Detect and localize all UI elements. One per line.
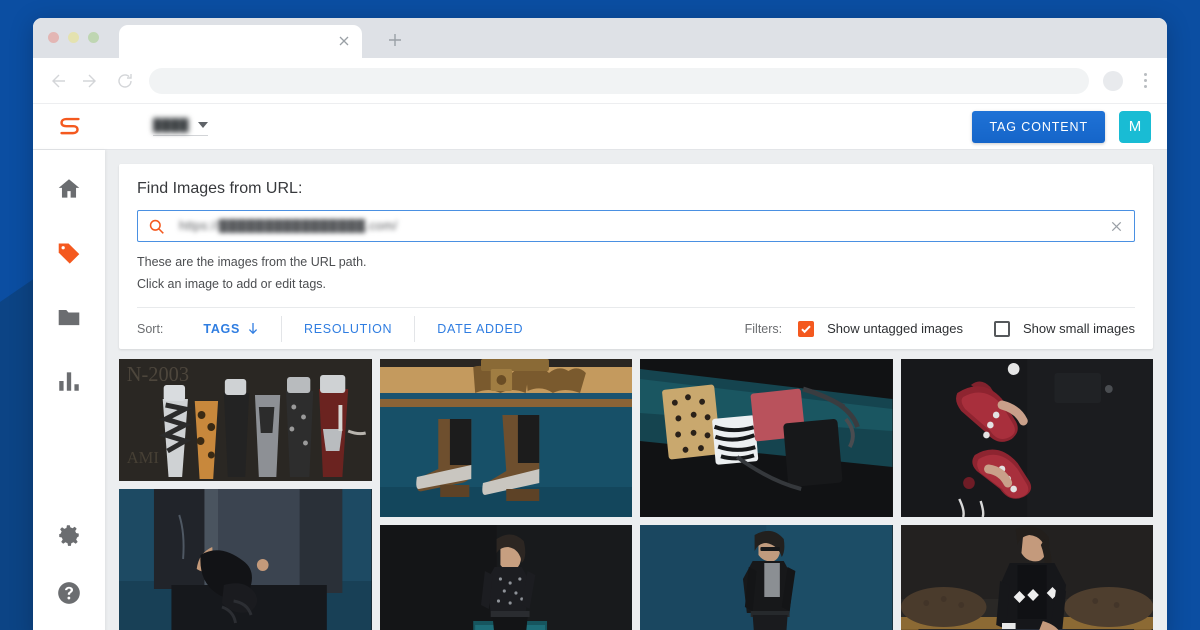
avatar[interactable] <box>1103 70 1123 91</box>
sort-by-resolution[interactable]: RESOLUTION <box>282 315 416 342</box>
browser-tab-bar <box>33 18 1167 58</box>
search-icon <box>148 218 165 235</box>
main-content: Find Images from URL: https://██████████… <box>105 150 1167 630</box>
tag-content-button[interactable]: TAG CONTENT <box>972 110 1105 143</box>
belt-buckles-on-dark-background[interactable]: N-2003 AMI <box>119 359 372 482</box>
browser-tab[interactable] <box>119 25 362 58</box>
sidebar-item-tags[interactable] <box>56 240 82 266</box>
red-leather-driving-gloves[interactable] <box>900 359 1153 518</box>
man-wearing-black-leather-gloves[interactable] <box>119 489 372 630</box>
header-actions: TAG CONTENT M <box>972 110 1151 143</box>
browser-window: ████ TAG CONTENT M Find Images from URL:… <box>33 18 1167 630</box>
help-circle-icon[interactable] <box>56 580 82 606</box>
gear-icon[interactable] <box>56 522 82 548</box>
find-images-panel: Find Images from URL: https://██████████… <box>119 164 1153 350</box>
browser-toolbar <box>33 58 1167 104</box>
show-small-images-label: Show small images <box>1023 321 1135 337</box>
svg-text:AMI: AMI <box>127 448 159 467</box>
organization-name: ████ <box>153 117 190 132</box>
show-untagged-images-checkbox[interactable] <box>798 320 815 337</box>
sidebar <box>33 150 105 630</box>
filters-group: Filters: Show untagged images Show small… <box>744 320 1135 337</box>
arrow-down-icon <box>247 322 259 335</box>
app-body: Find Images from URL: https://██████████… <box>33 150 1167 630</box>
hint-line-1: These are the images from the URL path. <box>137 255 367 269</box>
sort-by-date-added[interactable]: DATE ADDED <box>415 316 545 342</box>
image-grid-column <box>379 359 632 630</box>
app-header: ████ TAG CONTENT M <box>33 104 1167 150</box>
leather-wallets-and-clutch-bags[interactable] <box>640 359 893 518</box>
svg-text:N-2003: N-2003 <box>127 364 189 386</box>
address-bar[interactable] <box>149 67 1089 94</box>
image-grid-column <box>640 359 893 630</box>
brown-suede-chelsea-boots[interactable] <box>379 359 632 518</box>
image-grid-column: N-2003 AMI <box>119 359 372 630</box>
model-in-black-jacket[interactable] <box>640 525 893 630</box>
page-title: Find Images from URL: <box>137 180 303 197</box>
image-grid: N-2003 AMI <box>119 359 1153 630</box>
organization-selector[interactable]: ████ <box>153 118 208 136</box>
sort-by-tags[interactable]: TAGS <box>181 315 283 342</box>
sidebar-item-home[interactable] <box>56 176 82 202</box>
filters-label: Filters: <box>744 321 783 336</box>
sort-by-tags-label: TAGS <box>203 321 241 336</box>
kebab-menu-icon[interactable] <box>1137 73 1153 88</box>
arrow-right-icon[interactable] <box>81 71 101 91</box>
show-untagged-images-label: Show untagged images <box>827 321 963 337</box>
reload-icon[interactable] <box>115 71 135 91</box>
close-icon[interactable] <box>336 33 352 49</box>
hint-line-2: Click an image to add or edit tags. <box>137 277 326 292</box>
arrow-left-icon[interactable] <box>47 71 67 91</box>
sidebar-item-folders[interactable] <box>56 304 82 330</box>
show-small-images-checkbox[interactable] <box>994 320 1010 337</box>
sort-label: Sort: <box>137 321 164 336</box>
sketchfab-s-logo[interactable] <box>55 112 85 142</box>
window-controls <box>48 32 99 43</box>
model-in-patterned-shirt[interactable] <box>379 525 632 630</box>
maximize-window-button[interactable] <box>88 32 99 43</box>
user-avatar[interactable]: M <box>1119 110 1151 143</box>
url-value: https://████████████████.com/ <box>179 219 398 233</box>
model-seated-on-bench[interactable] <box>900 525 1153 630</box>
sidebar-item-analytics[interactable] <box>56 368 82 394</box>
chevron-down-icon <box>198 121 208 128</box>
search-input[interactable]: https://████████████████.com/ <box>137 210 1135 242</box>
close-icon[interactable] <box>1109 219 1124 234</box>
close-window-button[interactable] <box>48 32 59 43</box>
sort-filter-toolbar: Sort: TAGS RESOLUTION DATE ADDED Filters… <box>137 307 1135 349</box>
plus-icon[interactable] <box>384 29 406 51</box>
image-grid-column <box>900 359 1153 630</box>
minimize-window-button[interactable] <box>68 32 79 43</box>
url-search-wrapper: https://████████████████.com/ <box>137 210 1135 242</box>
